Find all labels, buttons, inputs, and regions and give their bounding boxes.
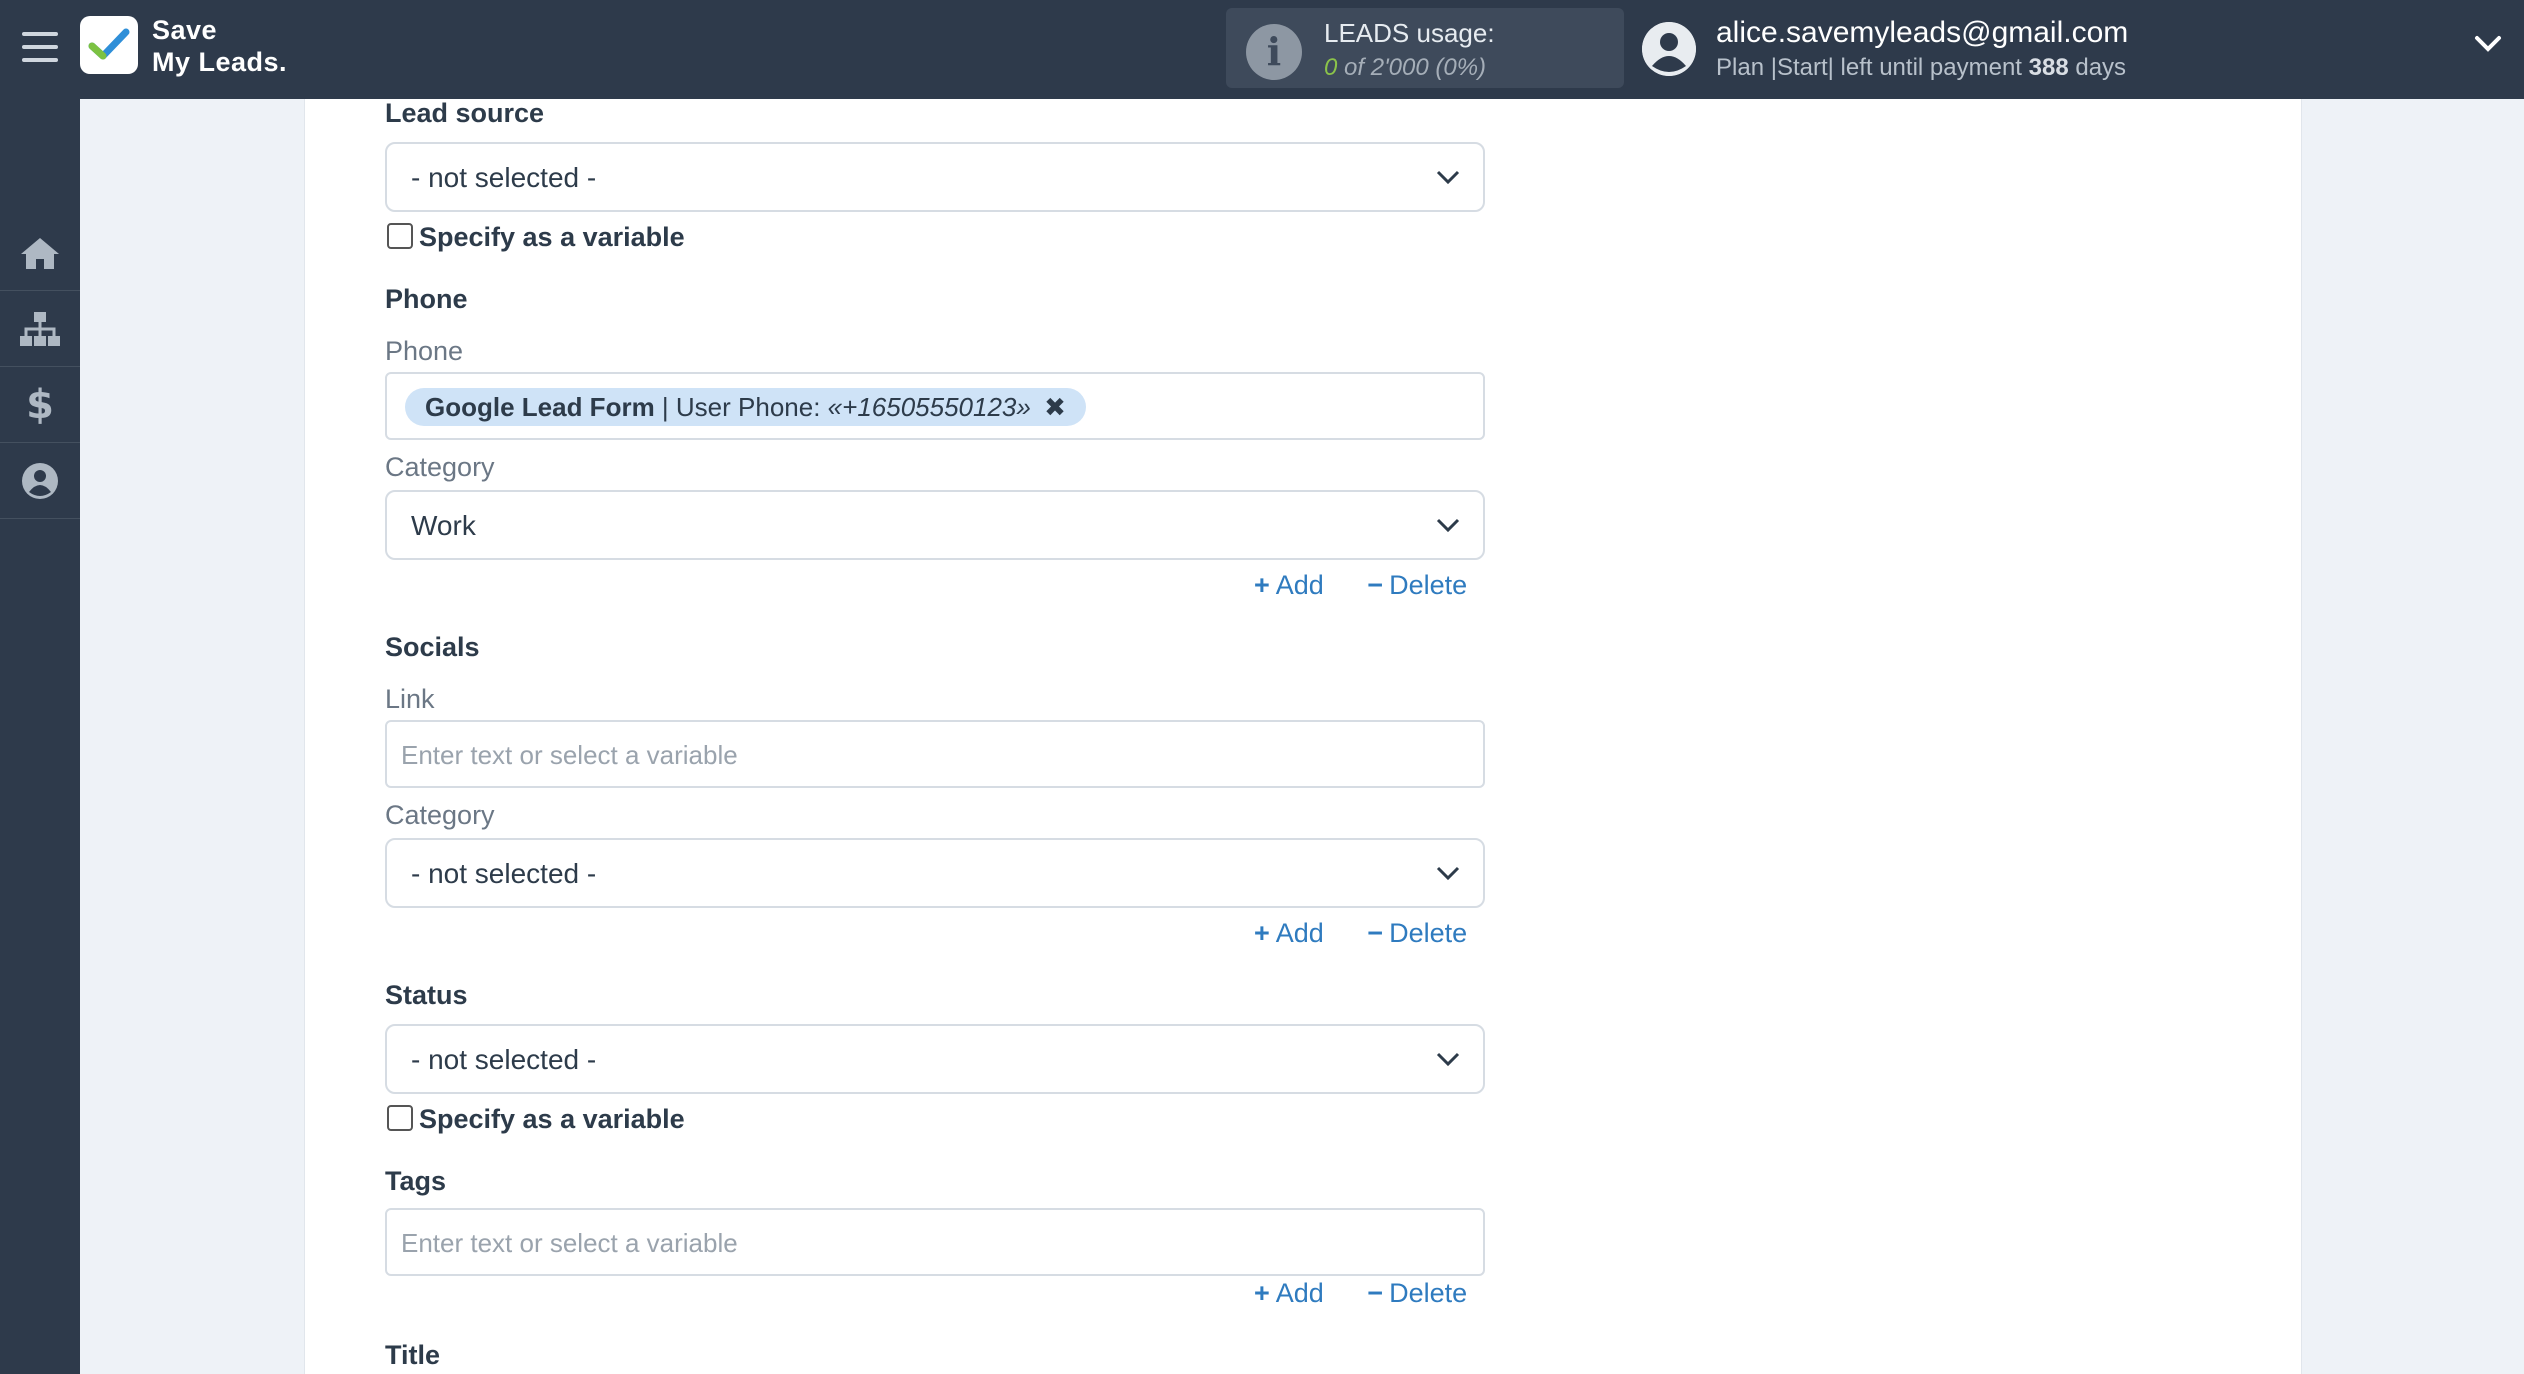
plus-icon: + <box>1254 1278 1270 1308</box>
socials-section-label: Socials <box>385 632 480 662</box>
usage-percent: (0%) <box>1435 54 1487 81</box>
tags-input[interactable]: Enter text or select a variable <box>385 1208 1485 1276</box>
usage-count: 0 of 2'000 (0%) <box>1324 54 1486 82</box>
brand-line-2: My Leads. <box>152 47 288 77</box>
lead-source-value: - not selected - <box>411 162 597 193</box>
socials-link-placeholder: Enter text or select a variable <box>401 740 738 770</box>
tags-label: Tags <box>385 1166 447 1196</box>
socials-category-select[interactable]: - not selected - <box>385 838 1485 908</box>
checkbox-icon[interactable] <box>387 223 413 249</box>
phone-category-value: Work <box>411 510 476 541</box>
plan-days-suffix: days <box>2075 54 2127 81</box>
lead-source-select[interactable]: - not selected - <box>385 142 1485 212</box>
phone-actions: + Add − Delete <box>1254 570 1467 601</box>
phone-delete-label: Delete <box>1389 570 1468 600</box>
status-label: Status <box>385 980 468 1010</box>
sidebar-item-billing[interactable]: $ <box>0 367 80 443</box>
brand-line-1: Save <box>152 15 218 45</box>
dollar-icon: $ <box>26 381 54 428</box>
brand-name[interactable]: Save My Leads. <box>152 14 287 78</box>
lead-source-checkbox-label: Specify as a variable <box>419 222 685 252</box>
sidebar-item-profile[interactable] <box>0 443 80 519</box>
plan-days: 388 <box>2028 54 2069 81</box>
socials-add-label: Add <box>1275 918 1324 948</box>
phone-add-button[interactable]: + Add <box>1254 570 1324 600</box>
chevron-down-icon <box>1436 518 1460 533</box>
sitemap-icon <box>20 311 60 346</box>
sidebar-item-connections[interactable] <box>0 291 80 367</box>
status-variable-checkbox[interactable]: Specify as a variable <box>387 1104 685 1135</box>
avatar[interactable] <box>1642 22 1696 76</box>
socials-link-label: Link <box>385 684 435 714</box>
info-icon: i <box>1246 24 1302 80</box>
chevron-down-icon <box>1436 866 1460 881</box>
chevron-down-icon[interactable] <box>2474 34 2502 59</box>
tags-actions: + Add − Delete <box>1254 1278 1467 1309</box>
minus-icon: − <box>1367 1278 1384 1308</box>
phone-category-label: Category <box>385 452 495 482</box>
usage-total: of 2'000 <box>1344 54 1429 81</box>
checkbox-icon[interactable] <box>387 1105 413 1131</box>
socials-category-value: - not selected - <box>411 858 597 889</box>
socials-category-label: Category <box>385 800 495 830</box>
phone-add-label: Add <box>1275 570 1324 600</box>
leads-usage-panel: i LEADS usage: 0 of 2'000 (0%) <box>1226 8 1624 88</box>
chevron-down-icon <box>1436 1052 1460 1067</box>
phone-category-select[interactable]: Work <box>385 490 1485 560</box>
socials-delete-button[interactable]: − Delete <box>1367 918 1467 948</box>
tags-add-button[interactable]: + Add <box>1254 1278 1324 1308</box>
plan-info: Plan |Start| left until payment 388 days <box>1716 54 2126 82</box>
tag-value: «+16505550123» <box>827 392 1031 422</box>
top-bar: Save My Leads. i LEADS usage: 0 of 2'000… <box>0 0 2524 99</box>
socials-add-button[interactable]: + Add <box>1254 918 1324 948</box>
plus-icon: + <box>1254 570 1270 600</box>
phone-field-label: Phone <box>385 336 464 366</box>
minus-icon: − <box>1367 918 1384 948</box>
logo-icon <box>80 16 138 74</box>
plus-icon: + <box>1254 918 1270 948</box>
user-icon <box>22 462 58 499</box>
tags-add-label: Add <box>1275 1278 1324 1308</box>
tags-delete-button[interactable]: − Delete <box>1367 1278 1467 1308</box>
usage-used: 0 <box>1324 54 1338 81</box>
lead-source-label: Lead source <box>385 98 545 128</box>
tag-field: | User Phone: <box>661 392 821 422</box>
sidebar: $ <box>0 99 80 1374</box>
usage-title: LEADS usage: <box>1324 18 1495 48</box>
socials-actions: + Add − Delete <box>1254 918 1467 949</box>
close-icon[interactable]: ✖ <box>1044 392 1066 422</box>
phone-input[interactable]: Google Lead Form | User Phone: «+1650555… <box>385 372 1485 440</box>
socials-link-input[interactable]: Enter text or select a variable <box>385 720 1485 788</box>
status-checkbox-label: Specify as a variable <box>419 1104 685 1134</box>
tags-delete-label: Delete <box>1389 1278 1468 1308</box>
tags-placeholder: Enter text or select a variable <box>401 1228 738 1258</box>
status-select[interactable]: - not selected - <box>385 1024 1485 1094</box>
tag-source: Google Lead Form <box>425 392 655 422</box>
plan-prefix: Plan |Start| left until payment <box>1716 54 2022 81</box>
menu-icon[interactable] <box>22 32 58 62</box>
sidebar-item-home[interactable] <box>0 215 80 291</box>
lead-source-variable-checkbox[interactable]: Specify as a variable <box>387 222 685 253</box>
title-label: Title <box>385 1340 441 1370</box>
socials-delete-label: Delete <box>1389 918 1468 948</box>
account-email[interactable]: alice.savemyleads@gmail.com <box>1716 16 2128 50</box>
minus-icon: − <box>1367 570 1384 600</box>
chevron-down-icon <box>1436 170 1460 185</box>
phone-delete-button[interactable]: − Delete <box>1367 570 1467 600</box>
home-icon <box>21 237 59 269</box>
status-value: - not selected - <box>411 1044 597 1075</box>
phone-section-label: Phone <box>385 284 468 314</box>
phone-variable-tag[interactable]: Google Lead Form | User Phone: «+1650555… <box>405 388 1086 426</box>
